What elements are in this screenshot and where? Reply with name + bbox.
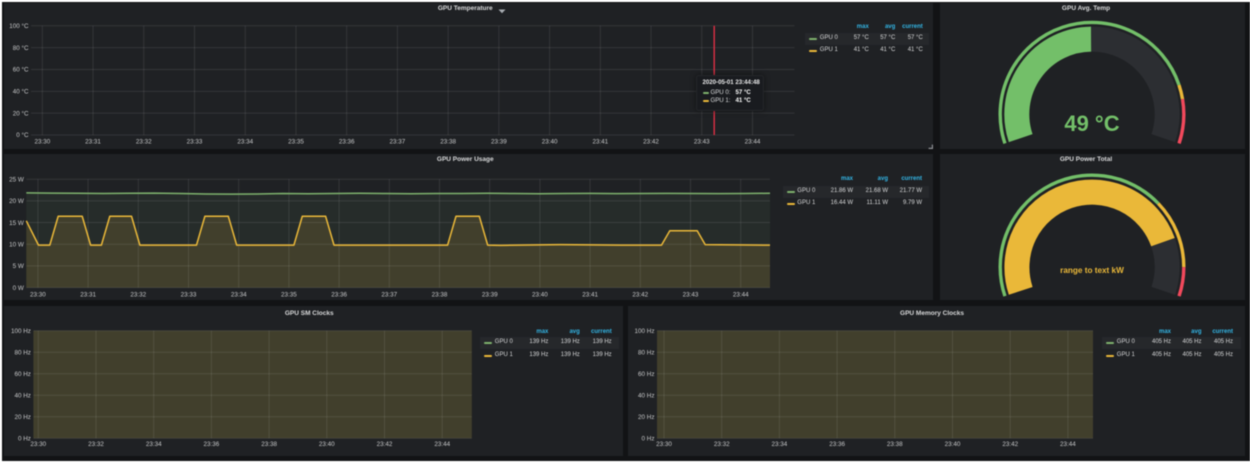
svg-text:23:44: 23:44 (434, 441, 450, 448)
svg-text:23:30: 23:30 (30, 291, 46, 298)
svg-text:23:37: 23:37 (381, 291, 397, 298)
svg-text:23:35: 23:35 (281, 291, 297, 298)
svg-text:40 Hz: 40 Hz (14, 392, 30, 399)
svg-text:23:44: 23:44 (732, 291, 748, 298)
svg-text:20 Hz: 20 Hz (638, 414, 654, 421)
svg-text:23:41: 23:41 (592, 138, 608, 145)
svg-text:23:38: 23:38 (261, 441, 277, 448)
svg-text:0 Hz: 0 Hz (641, 435, 654, 442)
svg-text:49 °C: 49 °C (1064, 110, 1119, 135)
svg-text:0 °C: 0 °C (16, 131, 29, 139)
svg-text:60 Hz: 60 Hz (14, 371, 30, 378)
svg-text:23:41: 23:41 (582, 291, 598, 298)
svg-text:23:43: 23:43 (693, 138, 709, 145)
svg-text:23:40: 23:40 (944, 441, 960, 448)
svg-text:40 °C: 40 °C (12, 87, 28, 95)
svg-text:23:32: 23:32 (130, 291, 146, 298)
svg-text:23:36: 23:36 (829, 441, 845, 448)
svg-text:23:33: 23:33 (186, 138, 202, 145)
svg-text:23:40: 23:40 (318, 441, 334, 448)
svg-text:23:31: 23:31 (85, 138, 101, 145)
svg-text:23:37: 23:37 (389, 138, 405, 145)
svg-text:60 Hz: 60 Hz (638, 371, 654, 378)
svg-text:23:30: 23:30 (656, 441, 672, 448)
svg-text:23:42: 23:42 (643, 138, 659, 145)
svg-text:23:35: 23:35 (288, 138, 304, 145)
svg-text:60 °C: 60 °C (12, 65, 28, 73)
svg-text:23:42: 23:42 (1002, 441, 1018, 448)
svg-text:20 Hz: 20 Hz (14, 414, 30, 421)
svg-text:5 W: 5 W (12, 263, 23, 270)
svg-text:15 W: 15 W (9, 219, 24, 226)
svg-text:23:38: 23:38 (440, 138, 456, 145)
svg-text:23:34: 23:34 (145, 441, 161, 448)
svg-text:23:40: 23:40 (532, 291, 548, 298)
svg-text:23:42: 23:42 (376, 441, 392, 448)
svg-text:range to text kW: range to text kW (1060, 265, 1124, 274)
svg-text:10 W: 10 W (9, 241, 24, 248)
svg-text:40 Hz: 40 Hz (638, 392, 654, 399)
svg-text:23:40: 23:40 (541, 138, 557, 145)
svg-text:0 Hz: 0 Hz (17, 435, 30, 442)
svg-text:23:34: 23:34 (771, 441, 787, 448)
svg-text:23:43: 23:43 (682, 291, 698, 298)
svg-text:0 W: 0 W (12, 284, 23, 291)
svg-text:23:34: 23:34 (237, 138, 253, 145)
svg-text:23:31: 23:31 (80, 291, 96, 298)
svg-text:23:42: 23:42 (632, 291, 648, 298)
svg-text:23:44: 23:44 (1060, 441, 1076, 448)
svg-text:23:44: 23:44 (744, 138, 760, 145)
svg-text:23:32: 23:32 (135, 138, 151, 145)
svg-text:23:38: 23:38 (431, 291, 447, 298)
svg-text:23:33: 23:33 (180, 291, 196, 298)
svg-text:23:30: 23:30 (34, 138, 50, 145)
svg-text:23:34: 23:34 (230, 291, 246, 298)
svg-text:20 °C: 20 °C (12, 109, 28, 117)
svg-text:23:32: 23:32 (713, 441, 729, 448)
svg-text:23:32: 23:32 (88, 441, 104, 448)
svg-text:23:30: 23:30 (30, 441, 46, 448)
svg-text:23:38: 23:38 (886, 441, 902, 448)
svg-text:23:39: 23:39 (481, 291, 497, 298)
svg-text:23:39: 23:39 (491, 138, 507, 145)
svg-text:23:36: 23:36 (331, 291, 347, 298)
svg-text:23:36: 23:36 (338, 138, 354, 145)
svg-text:23:36: 23:36 (203, 441, 219, 448)
